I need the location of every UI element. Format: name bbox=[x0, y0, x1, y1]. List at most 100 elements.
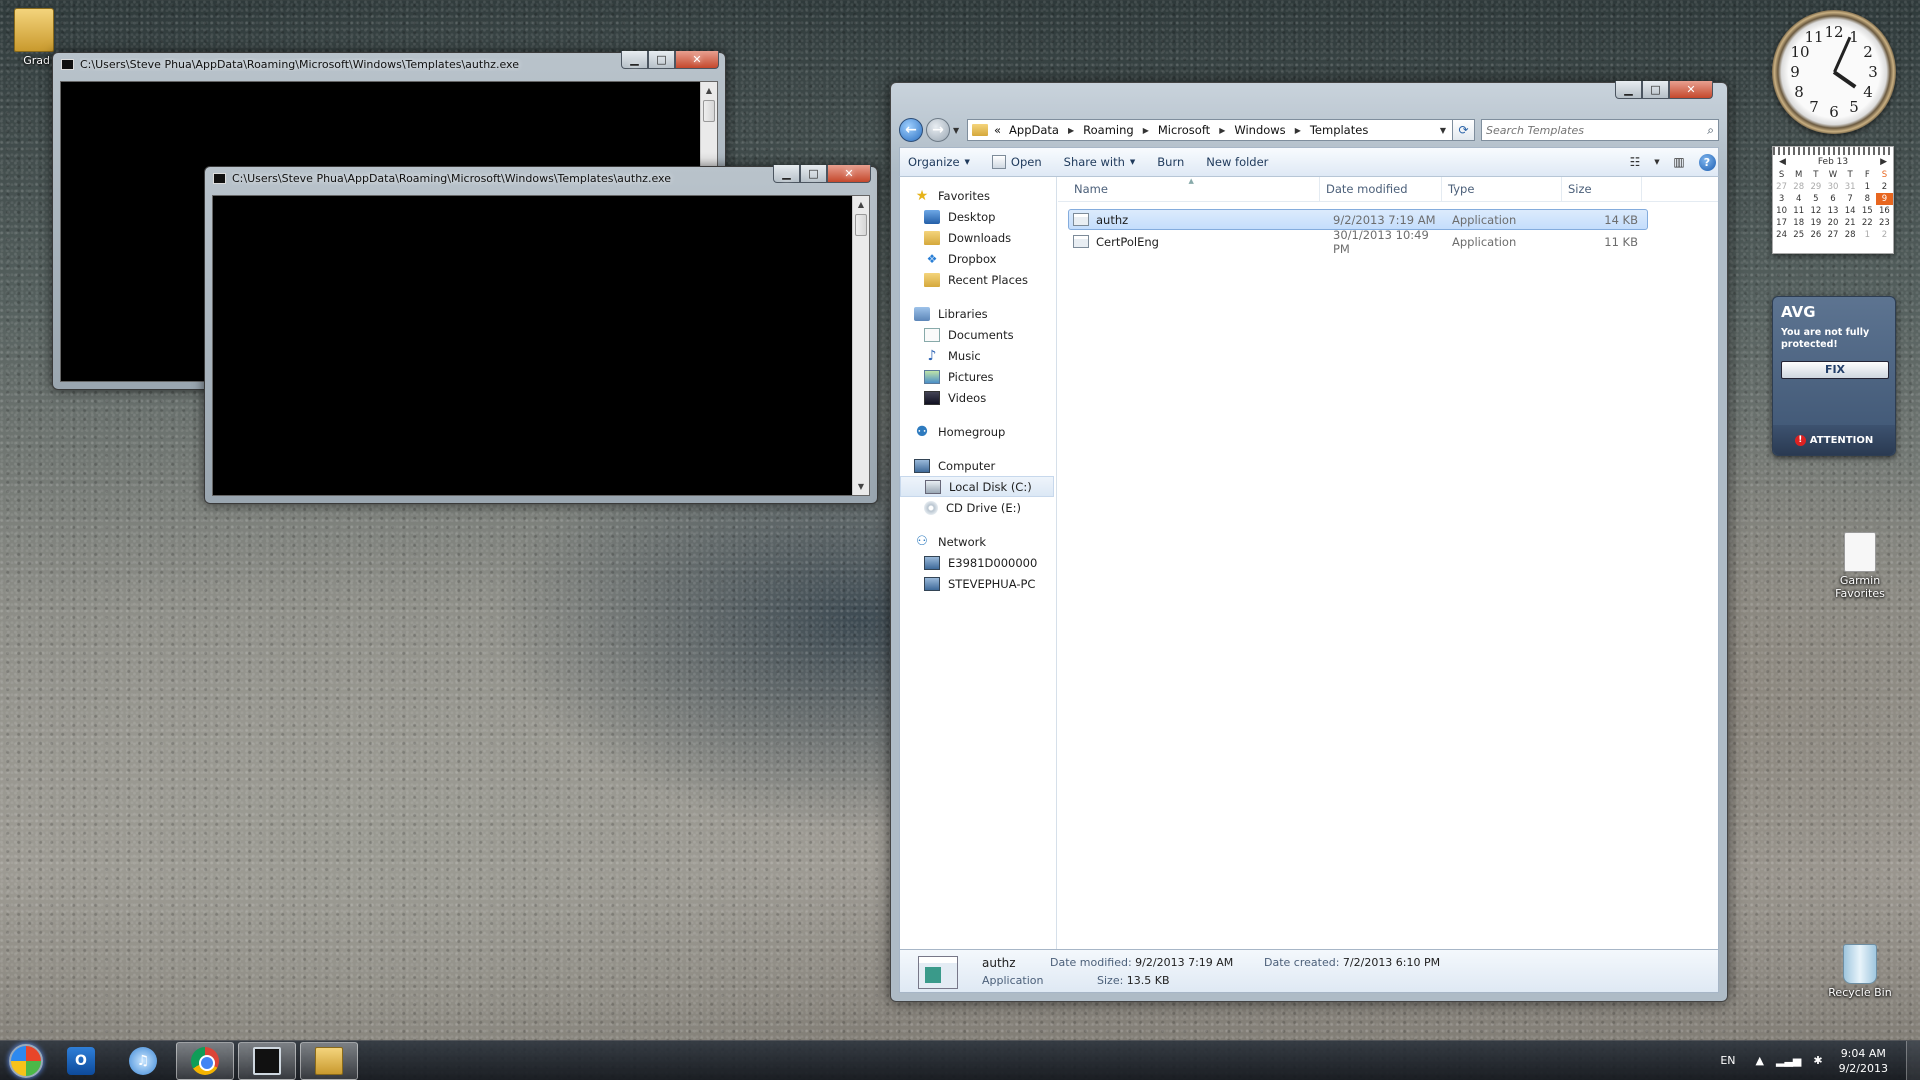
calendar-day[interactable]: 28 bbox=[1842, 229, 1859, 241]
calendar-day[interactable]: 15 bbox=[1859, 205, 1876, 217]
breadcrumb-windows[interactable]: Windows ▶ bbox=[1234, 123, 1310, 137]
forward-button[interactable]: → bbox=[926, 118, 950, 142]
burn-button[interactable]: Burn bbox=[1157, 155, 1184, 169]
taskbar-app-itunes[interactable]: ♫ bbox=[114, 1042, 172, 1080]
calendar-day[interactable]: 8 bbox=[1859, 193, 1876, 205]
calendar-day[interactable]: 2 bbox=[1876, 181, 1893, 193]
calendar-day[interactable]: 31 bbox=[1842, 181, 1859, 193]
close-button[interactable]: ✕ bbox=[827, 165, 871, 183]
taskbar-app-outlook[interactable]: O bbox=[52, 1042, 110, 1080]
volume-icon[interactable]: ✱ bbox=[1813, 1054, 1822, 1067]
back-button[interactable]: ← bbox=[899, 118, 923, 142]
organize-button[interactable]: Organize ▼ bbox=[908, 155, 970, 169]
minimize-button[interactable]: ▁ bbox=[621, 51, 648, 69]
chevron-right-icon[interactable]: ▶ bbox=[1295, 126, 1301, 135]
language-indicator[interactable]: EN bbox=[1720, 1054, 1735, 1067]
calendar-day[interactable]: 20 bbox=[1824, 217, 1841, 229]
close-button[interactable]: ✕ bbox=[675, 51, 719, 69]
chevron-right-icon[interactable]: ▶ bbox=[1143, 126, 1149, 135]
nav-item-libraries[interactable]: Libraries bbox=[900, 303, 1056, 324]
calendar-day[interactable]: 1 bbox=[1859, 229, 1876, 241]
avg-fix-button[interactable]: FIX bbox=[1781, 361, 1889, 379]
calendar-day[interactable]: 23 bbox=[1876, 217, 1893, 229]
address-bar[interactable]: « AppData ▶ Roaming ▶ Microsoft ▶ Windows ▶ … bbox=[967, 119, 1453, 141]
desktop-icon-garmin-favorites[interactable]: Garmin Favorites bbox=[1824, 532, 1896, 600]
open-button[interactable]: Open bbox=[991, 155, 1042, 169]
nav-item-desktop[interactable]: Desktop bbox=[900, 206, 1056, 227]
console-output[interactable]: ▲ ▼ bbox=[212, 195, 870, 496]
breadcrumb-overflow[interactable]: « bbox=[994, 123, 1001, 137]
calendar-day[interactable]: 10 bbox=[1773, 205, 1790, 217]
scroll-thumb[interactable] bbox=[855, 214, 867, 236]
column-header-name[interactable]: ▲ Name bbox=[1058, 177, 1320, 201]
minimize-button[interactable]: ▁ bbox=[773, 165, 800, 183]
calendar-gadget[interactable]: ◀ Feb 13 ▶ S M T W T F S 27 28 29 30 31 … bbox=[1772, 146, 1894, 254]
nav-item-pictures[interactable]: Pictures bbox=[900, 366, 1056, 387]
taskbar-clock[interactable]: 9:04 AM 9/2/2013 bbox=[1839, 1046, 1888, 1076]
window-titlebar[interactable]: C:\Users\Steve Phua\AppData\Roaming\Micr… bbox=[53, 51, 725, 75]
nav-item-recent-places[interactable]: Recent Places bbox=[900, 269, 1056, 290]
calendar-day[interactable]: 11 bbox=[1790, 205, 1807, 217]
calendar-day[interactable]: 14 bbox=[1842, 205, 1859, 217]
network-signal-icon[interactable]: ▂▃▅ bbox=[1776, 1054, 1801, 1067]
calendar-day[interactable]: 4 bbox=[1790, 193, 1807, 205]
nav-item-computer[interactable]: Computer bbox=[900, 455, 1056, 476]
refresh-button[interactable]: ⟳ bbox=[1453, 119, 1475, 141]
calendar-day[interactable]: 27 bbox=[1773, 181, 1790, 193]
taskbar-app-console[interactable] bbox=[238, 1041, 296, 1080]
file-list[interactable]: ▲ Name Date modified Type Size authz 9/2/… bbox=[1058, 177, 1718, 950]
window-titlebar[interactable]: C:\Users\Steve Phua\AppData\Roaming\Micr… bbox=[205, 165, 877, 189]
calendar-day[interactable]: 19 bbox=[1807, 217, 1824, 229]
nav-item-downloads[interactable]: Downloads bbox=[900, 227, 1056, 248]
calendar-day[interactable]: 17 bbox=[1773, 217, 1790, 229]
calendar-day[interactable]: 12 bbox=[1807, 205, 1824, 217]
calendar-day[interactable]: 5 bbox=[1807, 193, 1824, 205]
calendar-day[interactable]: 1 bbox=[1859, 181, 1876, 193]
calendar-day[interactable]: 24 bbox=[1773, 229, 1790, 241]
calendar-day[interactable]: 29 bbox=[1807, 181, 1824, 193]
preview-pane-button[interactable]: ▥ bbox=[1668, 152, 1690, 172]
nav-item-cd-drive[interactable]: CD Drive (E:) bbox=[900, 497, 1056, 518]
address-history-dropdown[interactable]: ▼ bbox=[1434, 126, 1452, 135]
change-view-button[interactable]: ☷ bbox=[1624, 152, 1646, 172]
calendar-day[interactable]: 16 bbox=[1876, 205, 1893, 217]
help-button[interactable]: ? bbox=[1696, 152, 1718, 172]
search-box[interactable]: ⌕ bbox=[1481, 119, 1719, 141]
nav-item-music[interactable]: ♪ Music bbox=[900, 345, 1056, 366]
column-header-date-modified[interactable]: Date modified bbox=[1320, 177, 1442, 201]
calendar-day[interactable]: 7 bbox=[1842, 193, 1859, 205]
show-hidden-icons-icon[interactable]: ▲ bbox=[1756, 1054, 1764, 1067]
nav-item-videos[interactable]: Videos bbox=[900, 387, 1056, 408]
breadcrumb-roaming[interactable]: Roaming ▶ bbox=[1083, 123, 1158, 137]
maximize-button[interactable]: □ bbox=[800, 165, 827, 183]
chevron-right-icon[interactable]: ▶ bbox=[1219, 126, 1225, 135]
search-icon[interactable]: ⌕ bbox=[1707, 123, 1714, 138]
calendar-day[interactable]: 3 bbox=[1773, 193, 1790, 205]
calendar-day[interactable]: 13 bbox=[1824, 205, 1841, 217]
minimize-button[interactable]: ▁ bbox=[1615, 81, 1642, 99]
calendar-day[interactable]: 6 bbox=[1824, 193, 1841, 205]
nav-item-network-computer[interactable]: STEVEPHUA-PC bbox=[900, 573, 1056, 594]
scroll-down-icon[interactable]: ▼ bbox=[853, 478, 869, 495]
taskbar-app-chrome[interactable] bbox=[176, 1041, 234, 1080]
scroll-thumb[interactable] bbox=[703, 100, 715, 122]
column-header-type[interactable]: Type bbox=[1442, 177, 1562, 201]
calendar-day[interactable]: 22 bbox=[1859, 217, 1876, 229]
calendar-day[interactable]: 26 bbox=[1807, 229, 1824, 241]
show-desktop-button[interactable] bbox=[1906, 1040, 1920, 1080]
calendar-day[interactable]: 2 bbox=[1876, 229, 1893, 241]
search-input[interactable] bbox=[1486, 123, 1708, 137]
explorer-window[interactable]: ▁ □ ✕ ← → ▼ « AppData ▶ Roaming ▶ Microsof… bbox=[890, 81, 1728, 1002]
chevron-right-icon[interactable]: ▶ bbox=[1068, 126, 1074, 135]
breadcrumb-microsoft[interactable]: Microsoft ▶ bbox=[1158, 123, 1235, 137]
nav-item-network[interactable]: ⚇ Network bbox=[900, 531, 1056, 552]
maximize-button[interactable]: □ bbox=[1642, 81, 1669, 99]
calendar-day-today[interactable]: 9 bbox=[1875, 193, 1893, 205]
scroll-up-icon[interactable]: ▲ bbox=[701, 82, 717, 99]
calendar-day[interactable]: 18 bbox=[1790, 217, 1807, 229]
view-options-dropdown[interactable]: ▼ bbox=[1652, 152, 1662, 172]
nav-item-network-computer[interactable]: E3981D000000 bbox=[900, 552, 1056, 573]
nav-item-homegroup[interactable]: ⚉ Homegroup bbox=[900, 421, 1056, 442]
console-window-front[interactable]: C:\Users\Steve Phua\AppData\Roaming\Micr… bbox=[204, 165, 878, 504]
calendar-day[interactable]: 21 bbox=[1842, 217, 1859, 229]
